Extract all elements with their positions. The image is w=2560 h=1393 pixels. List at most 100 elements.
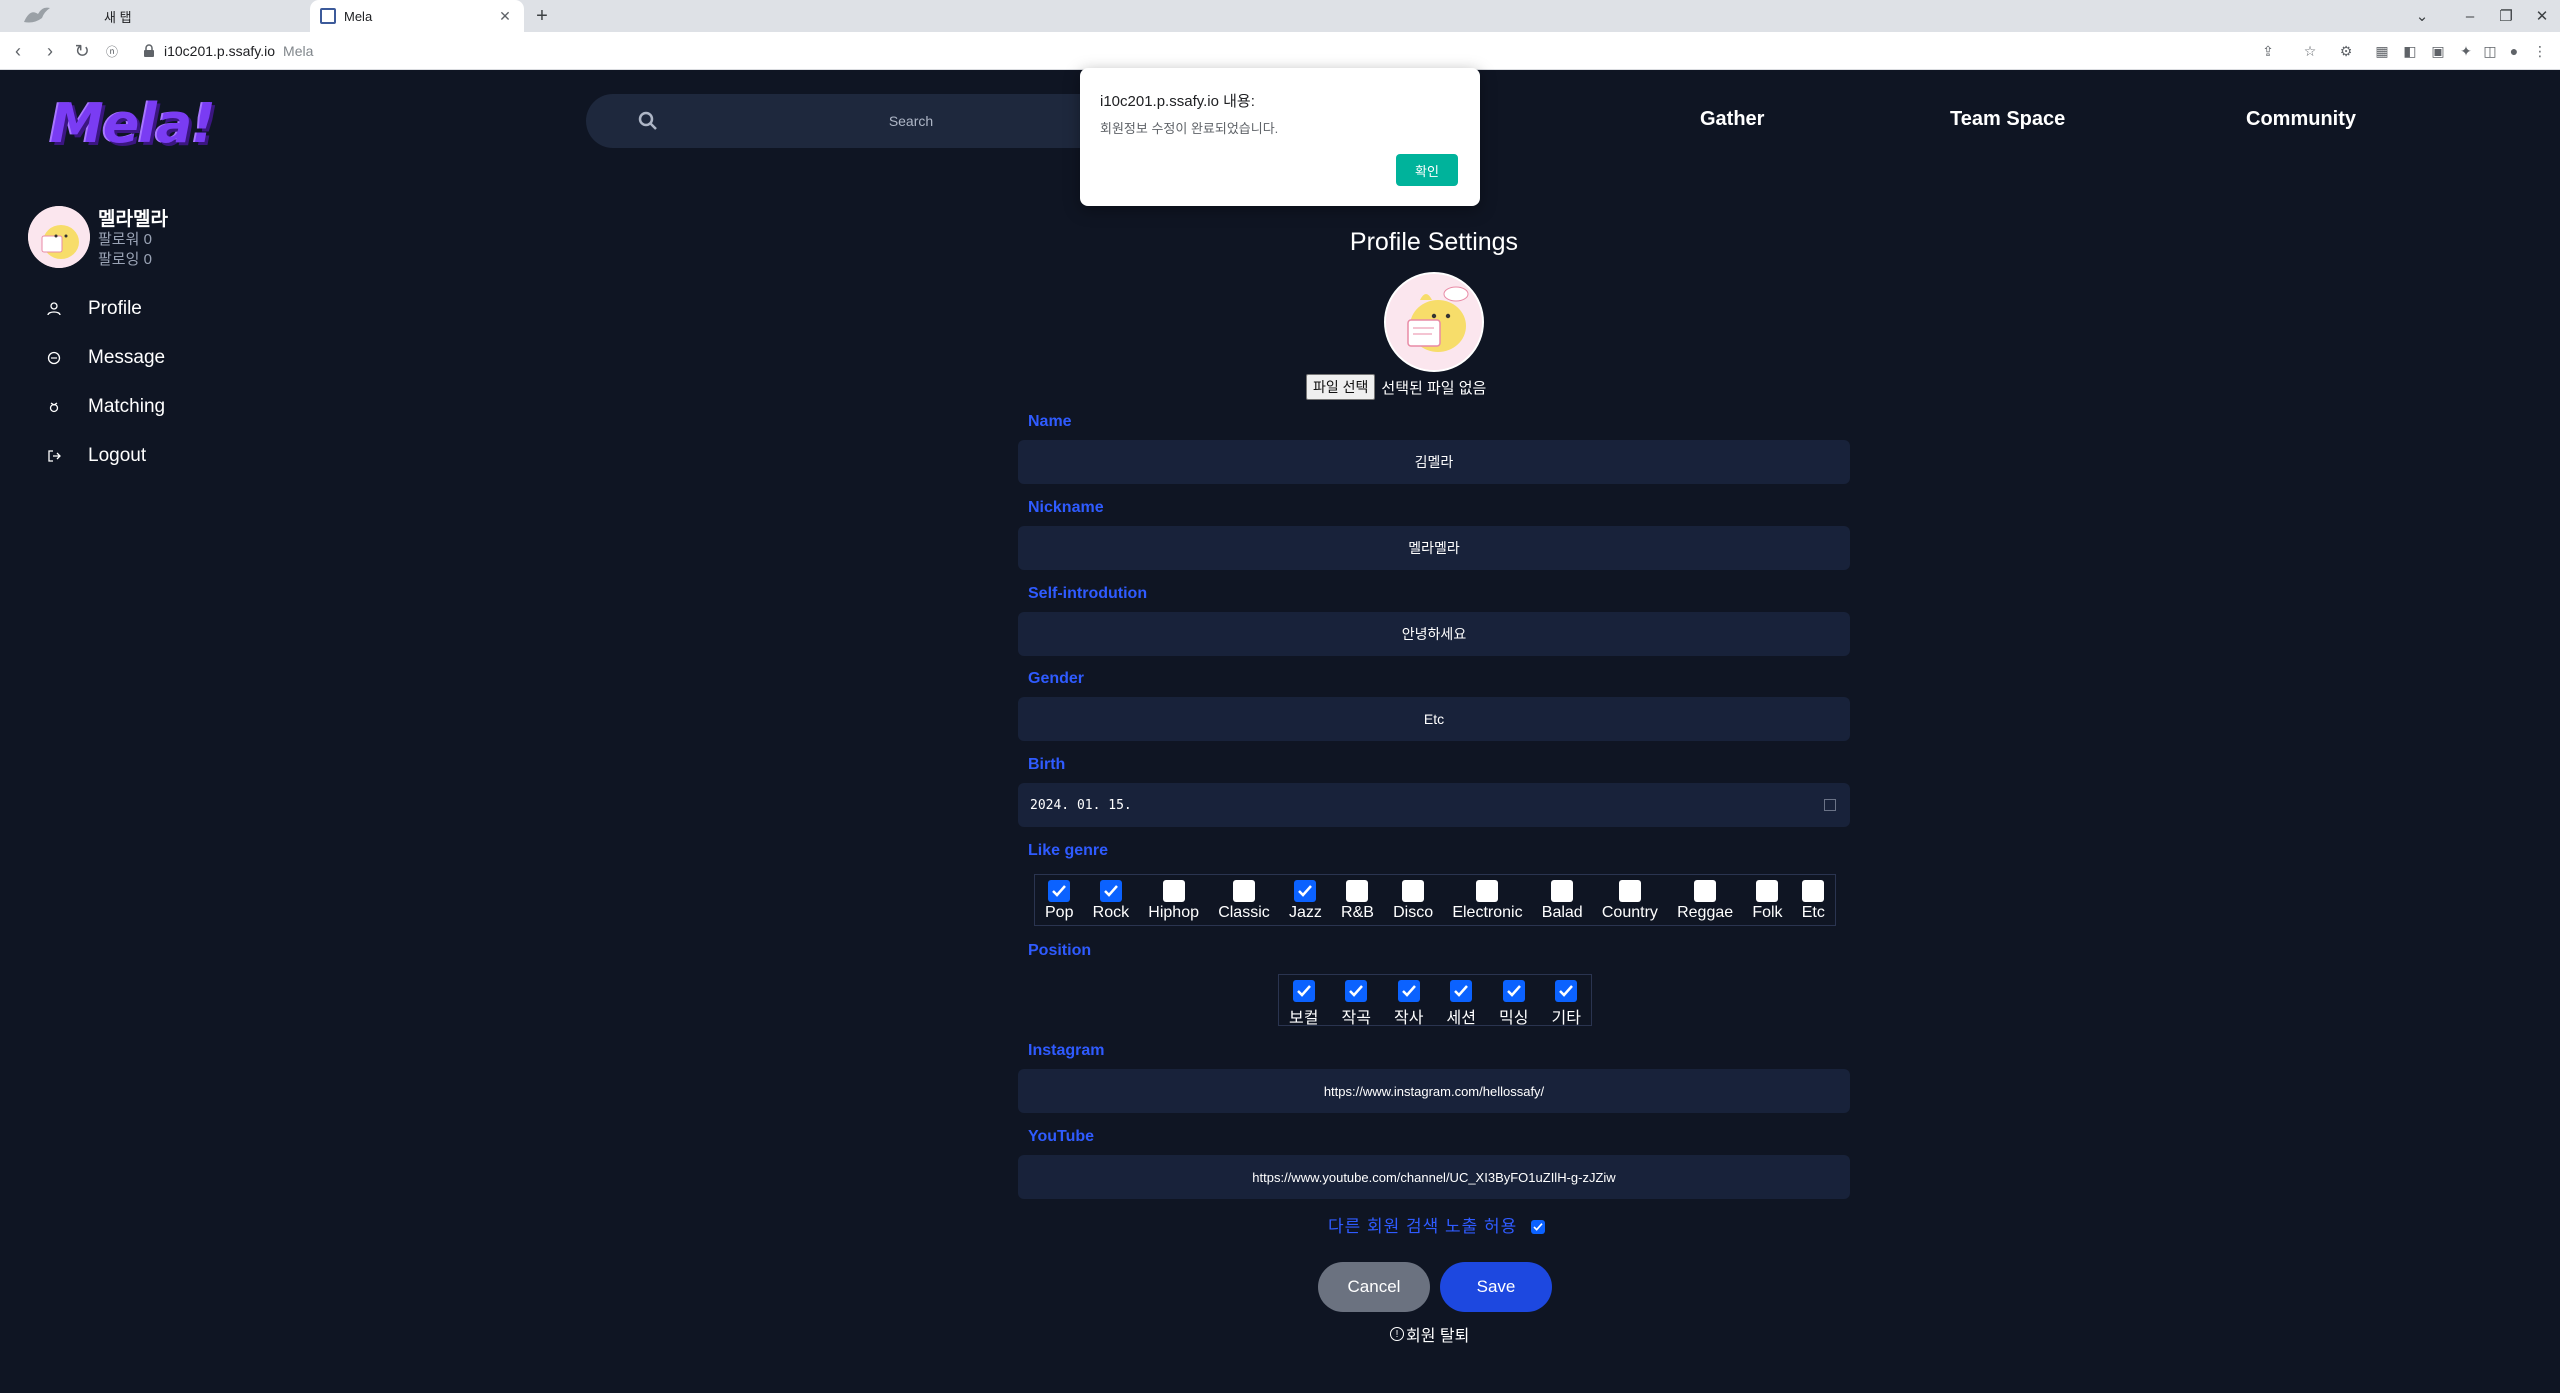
dialog-ok-button[interactable]: 확인 xyxy=(1396,154,1458,186)
side-panel-icon[interactable]: ◫ xyxy=(2480,41,2500,61)
genre-checkbox[interactable] xyxy=(1802,880,1825,902)
save-button[interactable]: Save xyxy=(1440,1262,1552,1312)
instagram-field[interactable]: https://www.instagram.com/hellossafy/ xyxy=(1018,1069,1850,1113)
sidebar-item-label: Matching xyxy=(88,396,166,417)
search-exposure-option: 다른 회원 검색 노출 허용 xyxy=(1328,1212,1546,1237)
page-title: Profile Settings xyxy=(1349,228,1519,256)
genre-checkbox[interactable] xyxy=(1694,880,1717,902)
share-icon[interactable]: ⇪ xyxy=(2258,41,2278,61)
intro-label: Self-introdution xyxy=(1028,585,1148,602)
position-checkbox[interactable] xyxy=(1450,980,1473,1002)
genre-label: Pop xyxy=(1045,904,1074,921)
menu-kebab-icon[interactable]: ⋮ xyxy=(2530,41,2550,61)
genre-label: Classic xyxy=(1218,904,1270,921)
close-window-icon[interactable]: ✕ xyxy=(2524,4,2560,28)
extension-icon[interactable]: ⚙ xyxy=(2336,41,2356,61)
tab-new-tab[interactable]: 새 탭 xyxy=(30,0,306,32)
position-option: 작사 xyxy=(1394,975,1423,1028)
youtube-field[interactable]: https://www.youtube.com/channel/UC_XI3By… xyxy=(1018,1155,1850,1199)
genre-label: Jazz xyxy=(1288,904,1322,921)
nickname-field[interactable]: 멜라멜라 xyxy=(1018,526,1850,570)
youtube-label: YouTube xyxy=(1028,1128,1095,1145)
address-bar[interactable]: i10c201.p.ssafy.io Mela xyxy=(142,38,2252,64)
flag-extension-icon[interactable]: ▦ xyxy=(2372,41,2392,61)
search-exposure-checkbox[interactable] xyxy=(1531,1219,1546,1234)
reload-icon[interactable]: ↻ xyxy=(70,39,94,63)
position-label: 세션 xyxy=(1446,1010,1476,1027)
search-input[interactable] xyxy=(716,113,1106,129)
forward-icon[interactable]: › xyxy=(38,39,62,63)
genre-checkbox[interactable] xyxy=(1099,880,1122,902)
genre-label: Rock xyxy=(1092,904,1130,921)
tab-close-icon[interactable]: ✕ xyxy=(496,7,514,25)
browser-tab-strip: 새 탭 Mela ✕ + ⌄ – ❐ ✕ xyxy=(0,0,2560,32)
mela-logo[interactable]: Mela! xyxy=(50,92,216,155)
genre-checkbox[interactable] xyxy=(1162,880,1185,902)
genre-checkbox[interactable] xyxy=(1346,880,1369,902)
calendar-icon[interactable] xyxy=(1824,799,1836,811)
gender-select[interactable]: Etc xyxy=(1018,697,1850,741)
back-icon[interactable]: ‹ xyxy=(6,39,30,63)
bookmark-star-icon[interactable]: ☆ xyxy=(2300,41,2320,61)
dialog-title: i10c201.p.ssafy.io 내용: xyxy=(1100,93,1255,110)
dialog-message: 회원정보 수정이 완료되었습니다. xyxy=(1100,121,1279,136)
screenshot-icon[interactable]: ▣ xyxy=(2428,41,2448,61)
following-count[interactable]: 팔로잉 0 xyxy=(98,248,152,269)
genre-checkbox[interactable] xyxy=(1476,880,1499,902)
user-avatar[interactable] xyxy=(28,206,90,268)
tab-search-icon[interactable]: ⌄ xyxy=(2404,4,2440,28)
position-checkbox[interactable] xyxy=(1555,980,1578,1002)
sidebar-username: 멜라멜라 xyxy=(98,209,168,230)
genre-option: Etc xyxy=(1802,875,1825,922)
genre-checkbox[interactable] xyxy=(1048,880,1071,902)
position-checkbox[interactable] xyxy=(1292,980,1315,1002)
sidebar-item-profile[interactable]: Profile xyxy=(46,294,142,324)
name-field[interactable]: 김멜라 xyxy=(1018,440,1850,484)
genre-label: Hiphop xyxy=(1148,904,1199,921)
sidebar-item-message[interactable]: Message xyxy=(46,343,165,373)
restore-icon[interactable]: ❐ xyxy=(2488,4,2524,28)
position-checkbox[interactable] xyxy=(1345,980,1368,1002)
genre-option: Jazz xyxy=(1289,875,1322,922)
nav-team-space[interactable]: Team Space xyxy=(1950,108,2065,131)
genre-option: Rock xyxy=(1093,875,1129,922)
nav-community[interactable]: Community xyxy=(2246,108,2356,131)
birth-date-input[interactable]: 2024. 01. 15. xyxy=(1018,783,1850,827)
extensions-puzzle-icon[interactable]: ✦ xyxy=(2456,41,2476,61)
extension-two-icon[interactable]: ◧ xyxy=(2400,41,2420,61)
follower-count[interactable]: 팔로워 0 xyxy=(98,228,152,249)
genre-checkbox[interactable] xyxy=(1618,880,1641,902)
gender-label: Gender xyxy=(1028,670,1085,687)
genre-label: Disco xyxy=(1393,904,1434,921)
genre-checkbox[interactable] xyxy=(1294,880,1317,902)
intro-field[interactable]: 안녕하세요 xyxy=(1018,612,1850,656)
sidebar-item-matching[interactable]: Matching xyxy=(46,392,165,422)
position-checkbox[interactable] xyxy=(1502,980,1525,1002)
lock-icon xyxy=(144,44,154,57)
user-icon xyxy=(46,301,62,317)
genre-checkbox[interactable] xyxy=(1232,880,1255,902)
genre-option: Disco xyxy=(1393,875,1433,922)
new-tab-button[interactable]: + xyxy=(530,4,554,28)
position-option: 믹싱 xyxy=(1499,975,1528,1028)
nav-gather[interactable]: Gather xyxy=(1700,108,1764,131)
tab-mela[interactable]: Mela ✕ xyxy=(310,0,524,32)
name-label: Name xyxy=(1028,413,1072,430)
sidebar-item-logout[interactable]: Logout xyxy=(46,441,146,471)
minimize-icon[interactable]: – xyxy=(2452,4,2488,28)
genre-label: Reggae xyxy=(1677,904,1734,921)
choose-file-button[interactable]: 파일 선택 xyxy=(1306,374,1376,400)
alert-dialog: i10c201.p.ssafy.io 내용: 회원정보 수정이 완료되었습니다.… xyxy=(1080,68,1480,206)
position-checkbox[interactable] xyxy=(1397,980,1420,1002)
profile-image xyxy=(1384,272,1484,372)
profile-avatar-icon[interactable]: ● xyxy=(2504,41,2524,61)
site-info-icon[interactable]: ⓝ xyxy=(100,39,124,63)
position-label: 작사 xyxy=(1394,1010,1424,1027)
withdraw-label: 회원 탈퇴 xyxy=(1406,1328,1470,1345)
cancel-button[interactable]: Cancel xyxy=(1318,1262,1430,1312)
withdraw-link[interactable]: ! 회원 탈퇴 xyxy=(1390,1322,1469,1346)
search-bar[interactable] xyxy=(586,94,1106,148)
genre-checkbox[interactable] xyxy=(1756,880,1779,902)
genre-checkbox[interactable] xyxy=(1551,880,1574,902)
genre-checkbox[interactable] xyxy=(1402,880,1425,902)
